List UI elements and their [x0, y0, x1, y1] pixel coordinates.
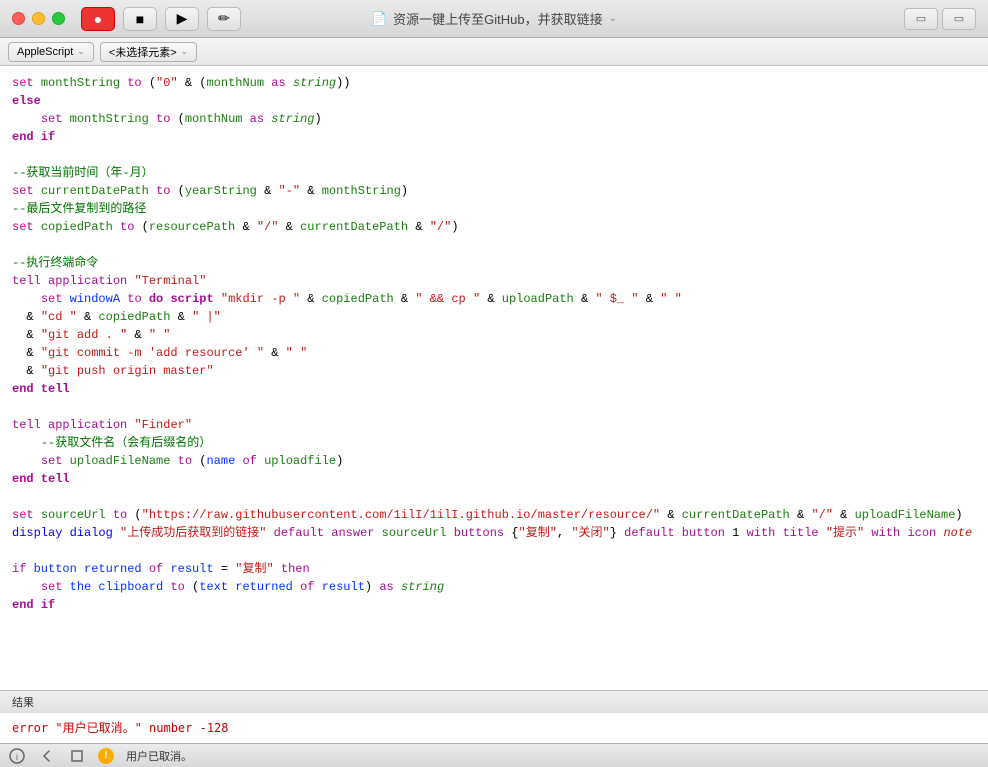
- toolbar-buttons: ● ■ ▶ ✏: [81, 7, 241, 31]
- code-line-30: end if: [0, 596, 988, 614]
- code-line-20: tell application "Finder": [0, 416, 988, 434]
- language-selector[interactable]: AppleScript ⌄: [8, 42, 94, 62]
- status-text: 用户已取消。: [126, 748, 192, 764]
- code-line-2: else: [0, 92, 988, 110]
- run-button[interactable]: ▶: [165, 7, 199, 31]
- selector-bar: AppleScript ⌄ <未选择元素> ⌄: [0, 38, 988, 66]
- code-line-25: set sourceUrl to ("https://raw.githubuse…: [0, 506, 988, 524]
- code-line-4: end if: [0, 128, 988, 146]
- element-selector-chevron: ⌄: [181, 46, 189, 57]
- code-line-16: & "git commit -m 'add resource' " & " ": [0, 344, 988, 362]
- code-line-1: set monthString to ("0" & (monthNum as s…: [0, 74, 988, 92]
- editor-container: set monthString to ("0" & (monthNum as s…: [0, 66, 988, 743]
- code-line-13: set windowA to do script "mkdir -p " & c…: [0, 290, 988, 308]
- code-area[interactable]: set monthString to ("0" & (monthNum as s…: [0, 66, 988, 690]
- minimize-button[interactable]: [32, 12, 45, 25]
- info-icon[interactable]: i: [8, 747, 26, 765]
- results-area: error "用户已取消。" number -128: [0, 713, 988, 743]
- tile-left-button[interactable]: ▭: [904, 8, 938, 30]
- code-line-17: & "git push origin master": [0, 362, 988, 380]
- stop-button[interactable]: ■: [123, 7, 157, 31]
- record-button[interactable]: ●: [81, 7, 115, 31]
- close-button[interactable]: [12, 12, 25, 25]
- code-line-18: end tell: [0, 380, 988, 398]
- code-line-26: display dialog "上传成功后获取到的链接" default ans…: [0, 524, 988, 542]
- code-line-22: set uploadFileName to (name of uploadfil…: [0, 452, 988, 470]
- code-line-19: [0, 398, 988, 416]
- code-line-5: [0, 146, 988, 164]
- code-line-23: end tell: [0, 470, 988, 488]
- code-line-10: [0, 236, 988, 254]
- code-line-29: set the clipboard to (text returned of r…: [0, 578, 988, 596]
- code-line-11: --执行终端命令: [0, 254, 988, 272]
- code-line-28: if button returned of result = "复制" then: [0, 560, 988, 578]
- title-dropdown-icon: ⌄: [609, 13, 617, 24]
- language-selector-chevron: ⌄: [77, 46, 85, 57]
- status-bar: i ! 用户已取消。: [0, 743, 988, 767]
- code-line-14: & "cd " & copiedPath & " |": [0, 308, 988, 326]
- compile-button[interactable]: ✏: [207, 7, 241, 31]
- code-line-9: set copiedPath to (resourcePath & "/" & …: [0, 218, 988, 236]
- stop-icon[interactable]: [68, 747, 86, 765]
- document-icon: 📄: [371, 11, 387, 27]
- code-line-24: [0, 488, 988, 506]
- svg-text:i: i: [16, 752, 18, 762]
- window-title: 📄 资源一键上传至GitHub，并获取链接 ⌄: [371, 9, 617, 28]
- warning-icon[interactable]: !: [98, 748, 114, 764]
- code-line-8: --最后文件复制到的路径: [0, 200, 988, 218]
- tile-right-button[interactable]: ▭: [942, 8, 976, 30]
- code-line-21: --获取文件名（会有后缀名的）: [0, 434, 988, 452]
- traffic-lights: [12, 12, 65, 25]
- title-bar: ● ■ ▶ ✏ 📄 资源一键上传至GitHub，并获取链接 ⌄ ▭ ▭: [0, 0, 988, 38]
- code-line-15: & "git add . " & " ": [0, 326, 988, 344]
- code-line-6: --获取当前时间（年-月）: [0, 164, 988, 182]
- results-header: 结果: [0, 690, 988, 713]
- code-line-7: set currentDatePath to (yearString & "-"…: [0, 182, 988, 200]
- window-controls: ▭ ▭: [904, 8, 976, 30]
- element-selector[interactable]: <未选择元素> ⌄: [100, 42, 197, 62]
- back-icon[interactable]: [38, 747, 56, 765]
- code-line-27: [0, 542, 988, 560]
- code-line-3: set monthString to (monthNum as string): [0, 110, 988, 128]
- maximize-button[interactable]: [52, 12, 65, 25]
- code-line-12: tell application "Terminal": [0, 272, 988, 290]
